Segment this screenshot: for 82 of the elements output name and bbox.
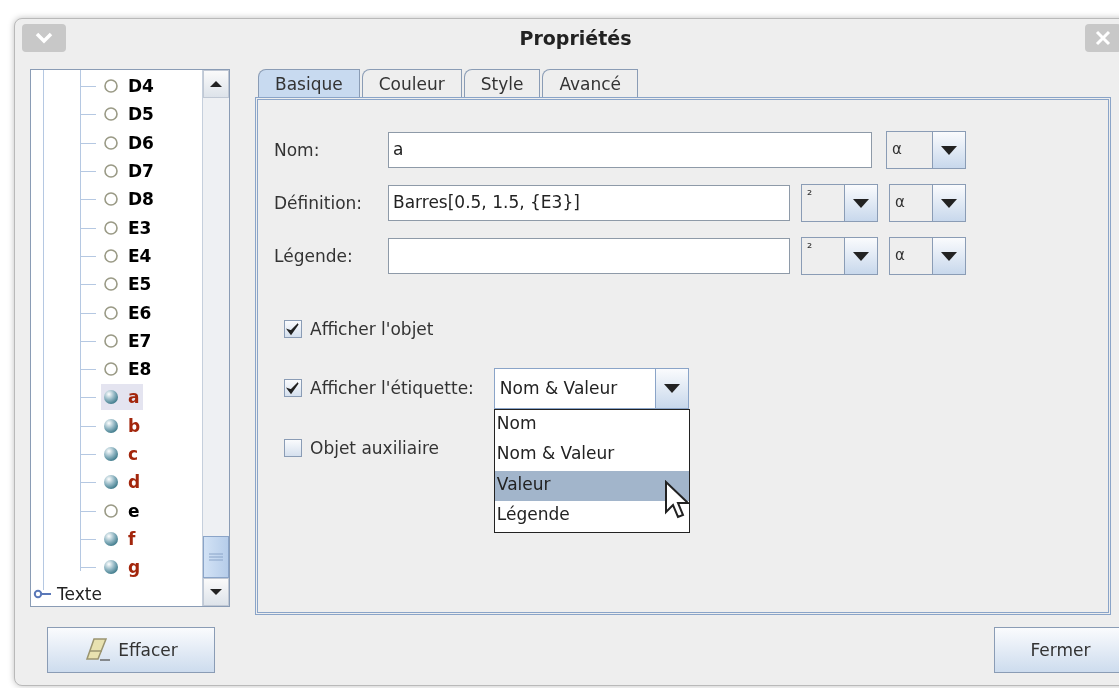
field-label: Définition: bbox=[274, 193, 364, 213]
symbol-dropdown[interactable]: α bbox=[889, 237, 966, 275]
tree-group[interactable]: Texte bbox=[31, 581, 202, 606]
checkbox[interactable] bbox=[284, 319, 302, 338]
dropdown-option[interactable]: Nom & Valeur bbox=[494, 440, 689, 471]
symbol-dropdown[interactable]: ² bbox=[801, 184, 878, 222]
caret-icon bbox=[941, 145, 957, 155]
tree-item[interactable]: E8 bbox=[101, 356, 156, 383]
tab[interactable]: Couleur bbox=[361, 69, 462, 97]
checkbox-label: Objet auxiliaire bbox=[310, 437, 440, 458]
caret-icon bbox=[853, 198, 869, 208]
window-menu-button[interactable] bbox=[22, 24, 66, 52]
checkmark-icon bbox=[286, 321, 300, 336]
hollow-circle-icon bbox=[103, 219, 119, 236]
hollow-circle-icon bbox=[103, 332, 119, 349]
hollow-circle-icon bbox=[103, 78, 119, 95]
tree-item[interactable]: E6 bbox=[101, 299, 156, 326]
dropdown-option[interactable]: Valeur bbox=[494, 470, 689, 502]
tab[interactable]: Style bbox=[463, 69, 541, 97]
chevron-down-icon bbox=[34, 32, 54, 44]
symbol-dropdown[interactable]: ² bbox=[801, 237, 878, 275]
filled-ball-icon bbox=[103, 446, 119, 462]
tab[interactable]: Avancé bbox=[542, 69, 639, 97]
checkmark-icon bbox=[286, 381, 300, 396]
text-field[interactable]: Barres[0.5, 1.5, {E3}] bbox=[388, 185, 790, 221]
tree-item[interactable]: e bbox=[101, 497, 144, 524]
tree-item[interactable]: D5 bbox=[101, 101, 158, 128]
hollow-circle-icon bbox=[103, 361, 119, 378]
symbol-dropdown[interactable]: α bbox=[889, 184, 966, 222]
down-arrow-icon bbox=[210, 588, 222, 596]
tree-item[interactable]: c bbox=[101, 441, 143, 467]
label-mode-dropdown[interactable]: Nom & Valeur bbox=[493, 367, 689, 409]
tree-item[interactable]: E7 bbox=[101, 327, 156, 354]
caret-icon bbox=[941, 198, 957, 208]
filled-ball-icon bbox=[103, 559, 119, 576]
window-title: Propriétés bbox=[519, 27, 632, 49]
tree-item[interactable]: a bbox=[101, 384, 144, 411]
dropdown-option[interactable]: Légende bbox=[494, 501, 689, 532]
hollow-circle-icon bbox=[103, 163, 119, 180]
filled-ball-icon bbox=[103, 474, 119, 491]
tree-item[interactable]: f bbox=[101, 525, 140, 552]
hollow-circle-icon bbox=[103, 191, 119, 208]
tree-item[interactable]: D6 bbox=[101, 129, 158, 156]
filled-ball-icon bbox=[103, 389, 119, 406]
tree-item[interactable]: d bbox=[101, 469, 145, 496]
filled-ball-icon bbox=[103, 530, 119, 547]
caret-icon bbox=[663, 383, 680, 393]
tree-item[interactable]: D8 bbox=[101, 186, 158, 213]
text-field[interactable]: a bbox=[388, 132, 872, 168]
caret-icon bbox=[853, 251, 869, 261]
close-icon bbox=[1095, 30, 1111, 46]
hollow-circle-icon bbox=[103, 106, 119, 123]
hollow-circle-icon bbox=[103, 502, 119, 519]
grip-icon bbox=[209, 553, 223, 561]
checkbox[interactable] bbox=[284, 379, 302, 398]
checkbox[interactable] bbox=[284, 438, 302, 457]
tree-item[interactable]: g bbox=[101, 554, 145, 581]
filled-ball-icon bbox=[103, 417, 119, 434]
field-label: Légende: bbox=[274, 246, 354, 266]
checkbox-label: Afficher l'étiquette: bbox=[310, 378, 474, 399]
hollow-circle-icon bbox=[103, 247, 119, 264]
up-arrow-icon bbox=[210, 80, 222, 88]
tree-item[interactable]: D7 bbox=[101, 158, 158, 185]
text-field[interactable] bbox=[388, 238, 790, 274]
checkbox-label: Afficher l'objet bbox=[310, 318, 434, 339]
tree-item[interactable]: E3 bbox=[101, 214, 156, 241]
clear-button[interactable]: Effacer bbox=[47, 627, 215, 673]
tree-item[interactable]: E5 bbox=[101, 271, 156, 298]
tree-item[interactable]: E4 bbox=[101, 242, 156, 269]
tree-item[interactable]: D4 bbox=[101, 73, 158, 100]
close-dialog-button[interactable]: Fermer bbox=[994, 627, 1119, 673]
hollow-circle-icon bbox=[103, 276, 119, 293]
hollow-circle-icon bbox=[103, 304, 119, 321]
close-button[interactable] bbox=[1085, 24, 1119, 52]
field-label: Nom: bbox=[274, 140, 321, 160]
hollow-circle-icon bbox=[103, 134, 119, 151]
symbol-dropdown[interactable]: α bbox=[886, 131, 966, 169]
dropdown-option[interactable]: Nom bbox=[494, 409, 689, 441]
caret-icon bbox=[941, 251, 957, 261]
tab[interactable]: Basique bbox=[258, 69, 360, 97]
tree-item[interactable]: b bbox=[101, 412, 145, 439]
scrollbar[interactable] bbox=[202, 70, 229, 606]
